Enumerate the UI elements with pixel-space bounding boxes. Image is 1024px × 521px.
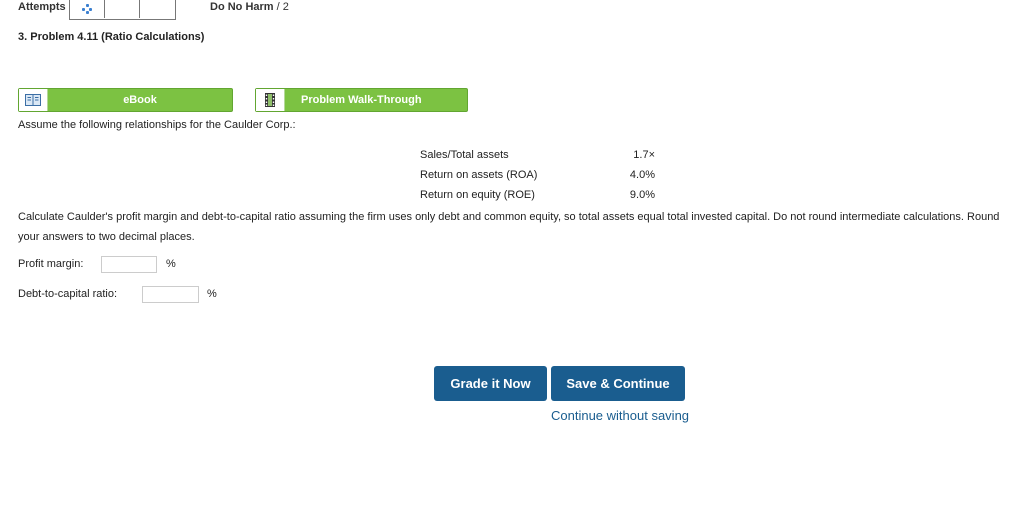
harm-label: Do No Harm [210, 1, 274, 13]
problem-title: 3. Problem 4.11 (Ratio Calculations) [18, 31, 205, 43]
attempt-box-2 [105, 0, 140, 18]
walkthrough-button[interactable]: Problem Walk-Through [255, 88, 468, 112]
relationship-value: 4.0% [629, 169, 655, 181]
continue-without-saving-link[interactable]: Continue without saving [551, 408, 689, 423]
attempt-diamond-icon [82, 4, 92, 14]
table-row: Return on assets (ROA) 4.0% [420, 168, 660, 188]
relationships-table: Sales/Total assets 1.7× Return on assets… [420, 148, 660, 208]
walkthrough-label: Problem Walk-Through [301, 94, 422, 106]
attempt-box-1 [70, 0, 105, 18]
film-icon [256, 89, 285, 111]
attempts-label: Attempts [18, 1, 66, 13]
relationship-name: Sales/Total assets [420, 149, 509, 161]
relationship-value: 9.0% [629, 189, 655, 201]
harm-score: Do No Harm / 2 [210, 1, 289, 13]
ebook-button[interactable]: eBook [18, 88, 233, 112]
debt-ratio-label: Debt-to-capital ratio: [18, 288, 118, 300]
instructions-text: Calculate Caulder's profit margin and de… [18, 211, 1000, 243]
debt-ratio-input[interactable] [142, 286, 199, 303]
relationship-name: Return on assets (ROA) [420, 169, 538, 181]
book-icon [19, 89, 48, 111]
profit-margin-label: Profit margin: [18, 258, 84, 270]
grade-button[interactable]: Grade it Now [434, 366, 547, 401]
intro-text: Assume the following relationships for t… [18, 119, 296, 131]
attempt-box-3 [140, 0, 175, 18]
attempt-boxes [69, 0, 176, 20]
relationship-name: Return on equity (ROE) [420, 189, 535, 201]
save-continue-button[interactable]: Save & Continue [551, 366, 685, 401]
debt-ratio-unit: % [207, 288, 217, 300]
table-row: Sales/Total assets 1.7× [420, 148, 660, 168]
harm-score-value: / 2 [276, 1, 289, 13]
ebook-label: eBook [123, 94, 157, 106]
table-row: Return on equity (ROE) 9.0% [420, 188, 660, 208]
profit-margin-unit: % [166, 258, 176, 270]
relationship-value: 1.7× [633, 149, 655, 161]
profit-margin-input[interactable] [101, 256, 157, 273]
